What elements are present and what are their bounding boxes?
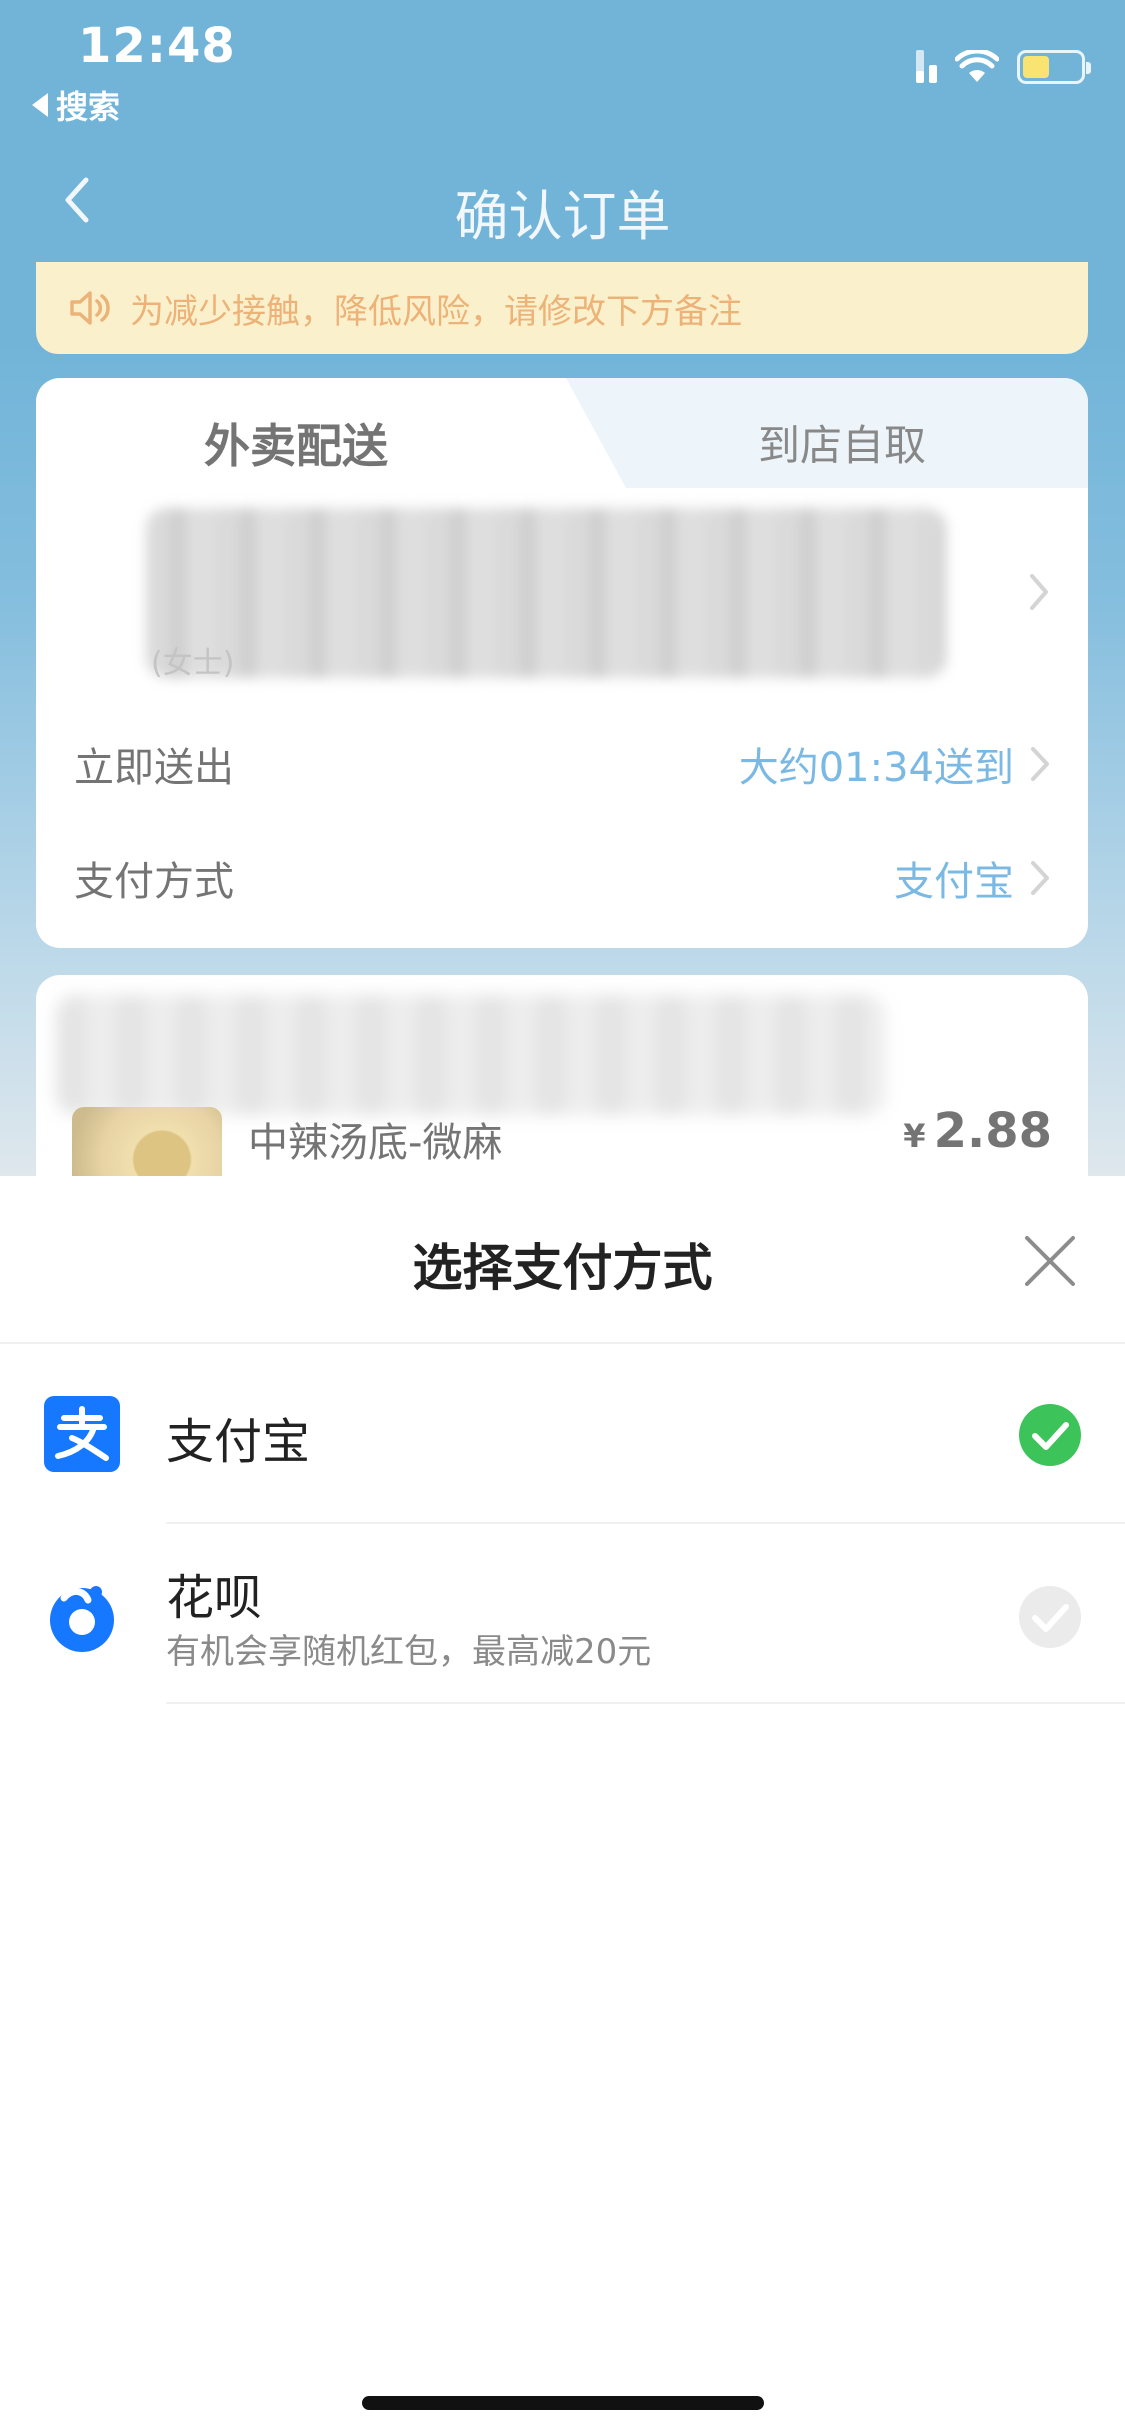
check-circle-selected-icon [1019, 1404, 1081, 1466]
huabei-icon [50, 1586, 114, 1652]
home-indicator[interactable] [362, 2396, 764, 2410]
sheet-header: 选择支付方式 [0, 1176, 1125, 1344]
check-circle-unselected-icon [1019, 1586, 1081, 1648]
payment-method-sheet: 选择支付方式 支付宝 花呗 有机会享随机红包，最高减20元 [0, 1176, 1125, 2436]
payment-option-huabei[interactable]: 花呗 有机会享随机红包，最高减20元 [0, 1524, 1125, 1704]
payment-option-name: 花呗 [166, 1570, 263, 1626]
alipay-icon [44, 1396, 120, 1472]
sheet-title: 选择支付方式 [412, 1239, 713, 1297]
order-page-background: 12:48 搜索 确认订单 为减少接触，降低风险，请修改下方备注 外卖配送 到店… [0, 0, 1125, 1180]
modal-overlay[interactable] [0, 0, 1125, 1180]
payment-option-name: 支付宝 [166, 1414, 311, 1470]
close-icon[interactable] [1015, 1226, 1085, 1296]
option-divider [166, 1702, 1125, 1704]
payment-option-alipay[interactable]: 支付宝 [0, 1344, 1125, 1524]
payment-option-promo: 有机会享随机红包，最高减20元 [166, 1632, 652, 1672]
